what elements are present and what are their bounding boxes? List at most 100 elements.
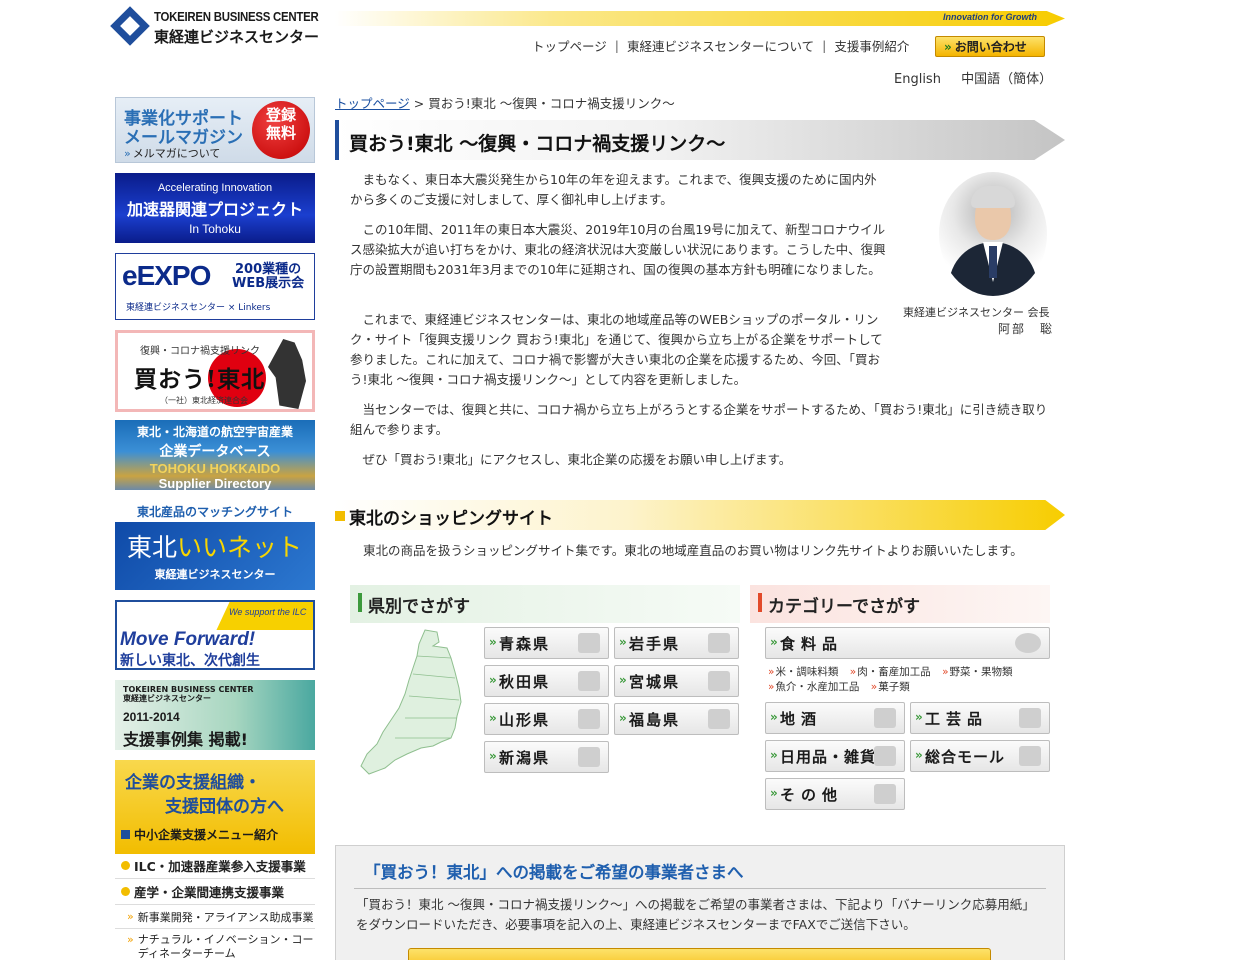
sidebar-item-alliance[interactable]: 新事業開発・アライアンス助成事業 <box>115 905 315 929</box>
lang-english[interactable]: English <box>894 72 941 87</box>
case-study-banner[interactable]: TOKEIREN BUSINESS CENTER 東経連ビジネスセンター 201… <box>115 680 315 750</box>
category-panel-title: カテゴリーでさがす <box>768 597 920 617</box>
tohoku-region-shape <box>360 629 462 775</box>
iinet-logo-b: いいネット <box>177 533 303 562</box>
tohoku-region-map <box>360 629 462 775</box>
food-subcategories: 米・調味料類 肉・畜産加工品 野菜・果物類 魚介・水産加工品 菓子類 <box>768 665 1058 695</box>
mailmag-link[interactable]: メルマガについて <box>124 145 221 161</box>
nav-separator: | <box>822 37 827 53</box>
photo-hair <box>971 186 1015 208</box>
nav-cases[interactable]: 支援事例紹介 <box>834 36 909 55</box>
intro-paragraph: この10年間、2011年の東日本大震災、2019年10月の台風19号に加えて、新… <box>350 222 886 277</box>
pref-label: 新潟県 <box>499 748 551 767</box>
supplier-line3: TOHOKU HOKKAIDO <box>149 461 281 476</box>
case-small2: 東経連ビジネスセンター <box>123 694 211 703</box>
subcategory-link[interactable]: 米・調味料類 <box>768 665 838 680</box>
kaou-line3: （一社）東北経済連合会 <box>160 396 248 405</box>
sidebar-item-collaboration[interactable]: 産学・企業間連携支援事業 <box>115 879 315 905</box>
logo-english: TOKEIREN BUSINESS CENTER <box>154 9 319 24</box>
language-switch: English 中国語（簡体） <box>894 68 1052 87</box>
accelerator-banner[interactable]: Accelerating Innovation 加速器関連プロジェクト In T… <box>115 173 315 243</box>
application-box: 「買おう！東北」への掲載をご希望の事業者さまへ 「買おう！東北 〜復興・コロナ禍… <box>335 845 1065 960</box>
pref-button-iwate[interactable]: 岩手県 <box>614 627 739 659</box>
breadcrumb-separator: > <box>413 96 429 111</box>
support-org-banner[interactable]: 企業の支援組織・ 支援団体の方へ 中小企業支援メニュー紹介 <box>115 760 315 854</box>
mailmag-banner[interactable]: 事業化サポート メールマガジン メルマガについて 登録 無料 <box>115 97 315 163</box>
category-button-crafts[interactable]: 工芸品 <box>910 702 1050 734</box>
food-bowl-icon <box>1015 633 1041 653</box>
org-line2: 支援団体の方へ <box>165 797 284 817</box>
category-button-mall[interactable]: 総合モール <box>910 740 1050 772</box>
tohoku-map-icon <box>268 339 306 409</box>
subcategory-link[interactable]: 野菜・果物類 <box>942 665 1013 680</box>
iwate-map-icon <box>708 633 730 653</box>
site-logo[interactable]: TOKEIREN BUSINESS CENTER 東経連ビジネスセンター <box>110 6 320 49</box>
niigata-map-icon <box>578 747 600 767</box>
application-title: 「買おう！東北」への掲載をご希望の事業者さまへ <box>364 863 744 882</box>
pref-button-niigata[interactable]: 新潟県 <box>484 741 609 773</box>
chairman-photo <box>939 172 1047 296</box>
accel-line2: 加速器関連プロジェクト <box>126 200 303 219</box>
pref-button-yamagata[interactable]: 山形県 <box>484 703 609 735</box>
kaou-line2: 買おう!東北 <box>134 366 266 393</box>
contact-button[interactable]: お問い合わせ <box>935 36 1045 57</box>
sidebar-item-coordinator[interactable]: ナチュラル・イノベーション・コーディネーターチーム <box>115 929 315 960</box>
logo-japanese: 東経連ビジネスセンター <box>154 28 320 46</box>
pref-button-akita[interactable]: 秋田県 <box>484 665 609 697</box>
breadcrumb-current: 買おう!東北 〜復興・コロナ禍支援リンク〜 <box>428 96 675 111</box>
page-title-bar: 買おう!東北 〜復興・コロナ禍支援リンク〜 <box>335 120 1065 160</box>
case-small-text: TOKEIREN BUSINESS CENTER 東経連ビジネスセンター <box>123 685 254 703</box>
category-label: 工芸品 <box>925 709 989 728</box>
pref-label: 岩手県 <box>629 634 681 653</box>
category-label: 食料品 <box>780 634 844 653</box>
intro-paragraph: ぜひ「買おう!東北」にアクセスし、東北企業の応援をお願い申し上げます。 <box>350 452 792 467</box>
pot-icon <box>874 746 896 766</box>
iinet-caption: 東北産品のマッチングサイト <box>136 505 293 519</box>
category-button-sake[interactable]: 地酒 <box>765 702 905 734</box>
shopping-description: 東北の商品を扱うショッピングサイト集です。東北の地域産直品のお買い物はリンク先サ… <box>363 543 1023 558</box>
supplier-line4: Supplier Directory <box>158 476 272 490</box>
subcategory-link[interactable]: 肉・畜産加工品 <box>850 665 931 680</box>
subcategory-link[interactable]: 魚介・水産加工品 <box>768 680 859 695</box>
shopping-section-title: 東北のショッピングサイト <box>349 509 553 529</box>
page-title: 買おう!東北 〜復興・コロナ禍支援リンク〜 <box>349 133 726 155</box>
application-divider <box>354 888 1046 889</box>
nav-about[interactable]: 東経連ビジネスセンターについて <box>627 36 814 55</box>
tagline: Innovation for Growth <box>943 12 1037 22</box>
move-forward-line1: Move Forward! <box>120 629 256 650</box>
sack-icon <box>874 784 896 804</box>
pref-label: 秋田県 <box>499 672 551 691</box>
kaou-tohoku-banner[interactable]: 復興・コロナ禍支援リンク 買おう!東北 （一社）東北経済連合会 <box>115 330 315 412</box>
move-forward-banner[interactable]: We support the ILC Move Forward! 新しい東北、次… <box>115 600 315 670</box>
nav-top[interactable]: トップページ <box>532 36 607 55</box>
eexpo-logo: eEXPO <box>122 260 211 291</box>
pref-label: 宮城県 <box>629 672 681 691</box>
header-accent-bar: Innovation for Growth <box>335 11 1065 26</box>
subcategory-link[interactable]: 菓子類 <box>871 680 910 695</box>
category-button-food[interactable]: 食料品 <box>765 627 1050 659</box>
download-form-button[interactable] <box>408 948 991 960</box>
pref-button-aomori[interactable]: 青森県 <box>484 627 609 659</box>
case-line1: 2011-2014 <box>123 710 180 724</box>
chairman-title: 東経連ビジネスセンター 会長 <box>903 306 1050 319</box>
breadcrumb-home[interactable]: トップページ <box>335 96 410 111</box>
eexpo-banner[interactable]: eEXPO 200業種の WEB展示会 東経連ビジネスセンター × Linker… <box>115 253 315 320</box>
category-label: 日用品・雑貨 <box>780 747 877 766</box>
supplier-directory-banner[interactable]: 東北・北海道の航空宇宙産業 企業データベース TOHOKU HOKKAIDO S… <box>115 420 315 490</box>
fukushima-map-icon <box>708 709 730 729</box>
application-text: 「買おう！東北 〜復興・コロナ禍支援リンク〜」への掲載をご希望の事業者さまは、下… <box>356 897 1035 932</box>
category-button-other[interactable]: その他 <box>765 778 905 810</box>
chairman-name: 阿部 聡 <box>998 322 1055 336</box>
pref-label: 福島県 <box>629 710 681 729</box>
org-line3[interactable]: 中小企業支援メニュー紹介 <box>121 826 278 843</box>
lang-chinese[interactable]: 中国語（簡体） <box>961 72 1052 87</box>
free-registration-badge: 登録 無料 <box>252 101 310 159</box>
yamagata-map-icon <box>578 709 600 729</box>
category-button-daily-goods[interactable]: 日用品・雑貨 <box>765 740 905 772</box>
iinet-banner[interactable]: 東北産品のマッチングサイト 東北いいネット 東経連ビジネスセンター <box>115 500 315 590</box>
iinet-footer: 東経連ビジネスセンター <box>154 568 276 581</box>
pref-button-miyagi[interactable]: 宮城県 <box>614 665 739 697</box>
sidebar-item-ilc[interactable]: ILC・加速器産業参入支援事業 <box>115 853 315 879</box>
accel-line3: In Tohoku <box>189 222 241 236</box>
pref-button-fukushima[interactable]: 福島県 <box>614 703 739 735</box>
